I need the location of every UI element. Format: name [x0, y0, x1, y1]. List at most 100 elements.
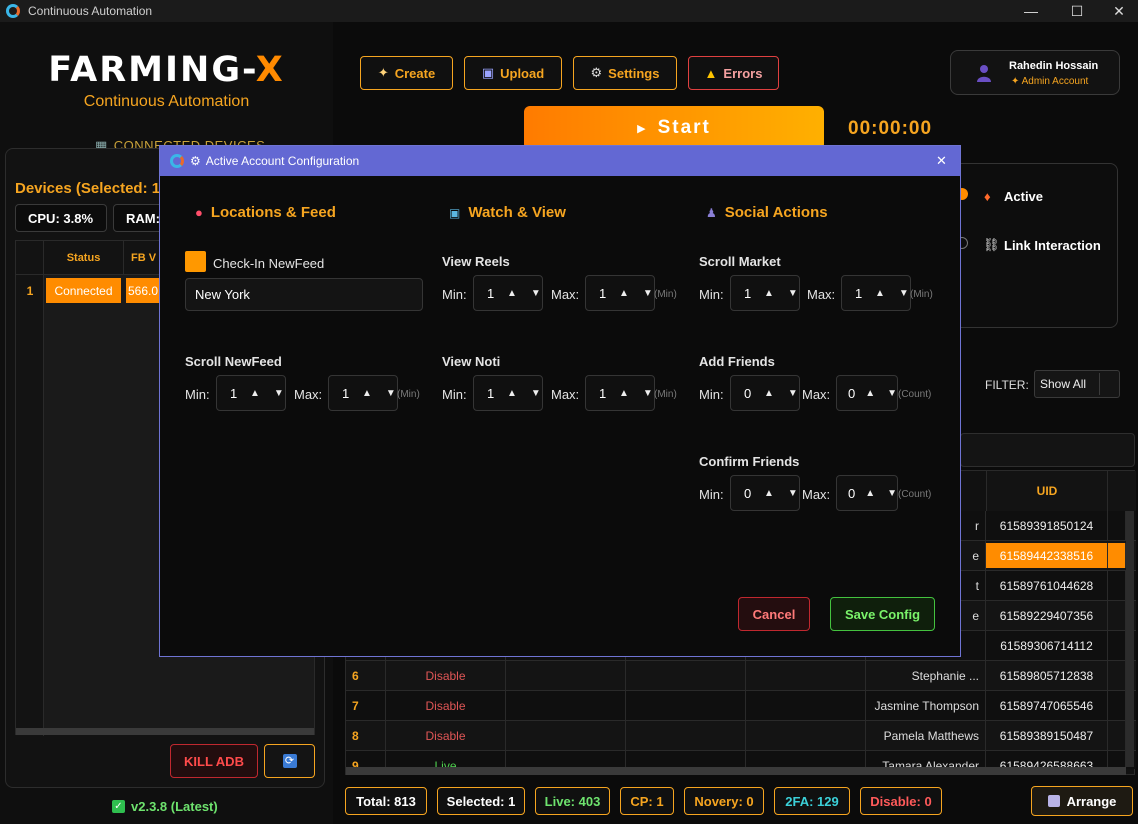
errors-button[interactable]: ▲ Errors — [688, 56, 779, 90]
spin-down-icon[interactable]: ▼ — [788, 388, 798, 399]
row-extra-cell[interactable] — [1108, 721, 1126, 751]
dialog-close-button[interactable]: ✕ — [936, 153, 947, 169]
row-uid-cell[interactable]: 61589442338516 — [986, 543, 1108, 568]
device-status-cell[interactable]: Connected — [46, 278, 121, 303]
spin-down-icon[interactable]: ▼ — [643, 288, 653, 299]
row-status-cell[interactable]: Disable — [386, 661, 506, 691]
row-uid-cell[interactable]: 61589761044628 — [986, 571, 1108, 601]
row-uid-cell[interactable]: 61589747065546 — [986, 691, 1108, 721]
row-empty-cell[interactable] — [626, 661, 746, 691]
view-noti-max-spin[interactable]: 1 ▲ ▼ — [585, 375, 655, 411]
create-button[interactable]: ✦ Create — [360, 56, 453, 90]
row-empty-cell[interactable] — [506, 721, 626, 751]
confirm-friends-min-spin[interactable]: 0 ▲ ▼ — [730, 475, 800, 511]
row-empty-cell[interactable] — [746, 721, 866, 751]
scroll-newfeed-max-spin[interactable]: 1 ▲ ▼ — [328, 375, 398, 411]
spin-down-icon[interactable]: ▼ — [788, 288, 798, 299]
row-status-cell[interactable]: Disable — [386, 691, 506, 721]
row-uid-cell[interactable]: 61589389150487 — [986, 721, 1108, 751]
arrange-button[interactable]: Arrange — [1031, 786, 1133, 816]
spin-down-icon[interactable]: ▼ — [531, 288, 541, 299]
row-extra-cell[interactable] — [1108, 571, 1126, 601]
table-row[interactable]: 7 Disable Jasmine Thompson 61589747065546 — [346, 691, 1136, 721]
spin-up-icon[interactable]: ▲ — [250, 388, 260, 399]
spin-up-icon[interactable]: ▲ — [865, 488, 875, 499]
row-uid-cell[interactable]: 61589306714112 — [986, 631, 1108, 661]
active-option-label[interactable]: Active — [1004, 189, 1043, 204]
row-name-cell[interactable]: Jasmine Thompson — [866, 691, 986, 721]
add-friends-max-spin[interactable]: 0 ▲ ▼ — [836, 375, 898, 411]
row-uid-cell[interactable]: 61589391850124 — [986, 511, 1108, 541]
row-index-cell[interactable]: 7 — [346, 691, 386, 721]
spin-down-icon[interactable]: ▼ — [531, 388, 541, 399]
spin-up-icon[interactable]: ▲ — [619, 288, 629, 299]
minimize-button[interactable]: — — [1008, 0, 1054, 22]
view-reels-min-spin[interactable]: 1 ▲ ▼ — [473, 275, 543, 311]
scroll-newfeed-min-spin[interactable]: 1 ▲ ▼ — [216, 375, 286, 411]
row-empty-cell[interactable] — [506, 661, 626, 691]
settings-button[interactable]: ⚙ Settings — [573, 56, 677, 90]
spin-down-icon[interactable]: ▼ — [899, 288, 909, 299]
table-v-scrollbar[interactable] — [1126, 511, 1134, 767]
add-friends-min-spin[interactable]: 0 ▲ ▼ — [730, 375, 800, 411]
spin-down-icon[interactable]: ▼ — [274, 388, 284, 399]
confirm-friends-max-spin[interactable]: 0 ▲ ▼ — [836, 475, 898, 511]
row-empty-cell[interactable] — [506, 691, 626, 721]
filter-select[interactable]: Show All — [1034, 370, 1120, 398]
spin-up-icon[interactable]: ▲ — [764, 488, 774, 499]
row-extra-cell[interactable] — [1108, 601, 1126, 631]
row-uid-cell[interactable]: 61589229407356 — [986, 601, 1108, 631]
view-reels-max-spin[interactable]: 1 ▲ ▼ — [585, 275, 655, 311]
table-row[interactable]: 8 Disable Pamela Matthews 61589389150487 — [346, 721, 1136, 751]
maximize-button[interactable]: ☐ — [1054, 0, 1100, 22]
close-window-button[interactable]: ✕ — [1096, 0, 1138, 22]
scroll-market-min-spin[interactable]: 1 ▲ ▼ — [730, 275, 800, 311]
row-index-cell[interactable]: 6 — [346, 661, 386, 691]
spin-up-icon[interactable]: ▲ — [507, 288, 517, 299]
spin-up-icon[interactable]: ▲ — [619, 388, 629, 399]
cancel-button[interactable]: Cancel — [738, 597, 810, 631]
spin-down-icon[interactable]: ▼ — [887, 388, 897, 399]
spin-up-icon[interactable]: ▲ — [865, 388, 875, 399]
spin-up-icon[interactable]: ▲ — [875, 288, 885, 299]
row-name-cell[interactable]: Pamela Matthews — [866, 721, 986, 751]
row-status-cell[interactable]: Disable — [386, 721, 506, 751]
spin-up-icon[interactable]: ▲ — [507, 388, 517, 399]
user-card[interactable]: Rahedin Hossain ✦ Admin Account — [950, 50, 1120, 95]
scroll-market-max-spin[interactable]: 1 ▲ ▼ — [841, 275, 911, 311]
kill-adb-button[interactable]: KILL ADB — [170, 744, 258, 778]
row-name-cell[interactable]: Stephanie ... — [866, 661, 986, 691]
search-input[interactable] — [960, 433, 1135, 467]
row-extra-cell[interactable] — [1108, 691, 1126, 721]
view-noti-min-spin[interactable]: 1 ▲ ▼ — [473, 375, 543, 411]
row-empty-cell[interactable] — [626, 721, 746, 751]
checkin-checkbox[interactable] — [185, 251, 206, 272]
row-extra-cell[interactable] — [1108, 631, 1126, 661]
spin-down-icon[interactable]: ▼ — [887, 488, 897, 499]
row-empty-cell[interactable] — [746, 661, 866, 691]
row-index-cell[interactable]: 8 — [346, 721, 386, 751]
spin-down-icon[interactable]: ▼ — [788, 488, 798, 499]
device-fb-cell[interactable]: 566.0 — [126, 278, 162, 303]
devices-grid-scrollbar[interactable] — [16, 728, 314, 735]
row-empty-cell[interactable] — [746, 691, 866, 721]
spin-down-icon[interactable]: ▼ — [643, 388, 653, 399]
table-row[interactable]: 6 Disable Stephanie ... 61589805712838 — [346, 661, 1136, 691]
location-input[interactable]: New York — [185, 278, 423, 311]
upload-button[interactable]: ▣ Upload — [464, 56, 562, 90]
start-button[interactable]: ▶ Start — [524, 106, 824, 150]
row-empty-cell[interactable] — [626, 691, 746, 721]
save-config-button[interactable]: Save Config — [830, 597, 935, 631]
spin-up-icon[interactable]: ▲ — [362, 388, 372, 399]
row-uid-cell[interactable]: 61589805712838 — [986, 661, 1108, 691]
refresh-devices-button[interactable]: ⟳ — [264, 744, 315, 778]
row-extra-cell[interactable] — [1108, 661, 1126, 691]
spin-up-icon[interactable]: ▲ — [764, 288, 774, 299]
link-option-label[interactable]: Link Interaction — [1004, 238, 1101, 253]
table-h-scrollbar[interactable] — [346, 767, 1126, 775]
uid-header[interactable]: UID — [986, 471, 1108, 511]
row-extra-cell[interactable] — [1108, 543, 1126, 568]
spin-up-icon[interactable]: ▲ — [764, 388, 774, 399]
row-extra-cell[interactable] — [1108, 511, 1126, 541]
spin-down-icon[interactable]: ▼ — [386, 388, 396, 399]
